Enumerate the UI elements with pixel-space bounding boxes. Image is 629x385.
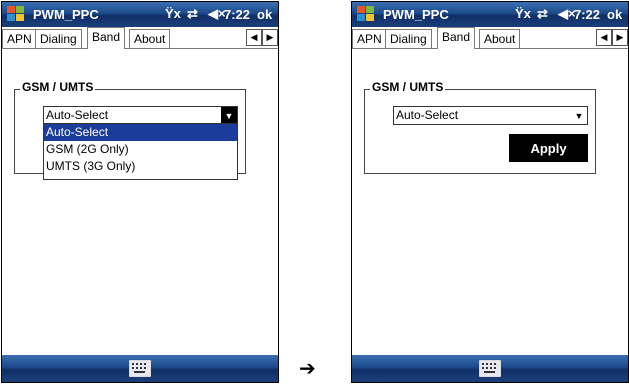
- soft-key-bar: [352, 355, 628, 382]
- volume-muted-icon[interactable]: ◀×: [208, 6, 226, 22]
- windows-start-icon[interactable]: [357, 6, 375, 23]
- tab-scroll-right-icon[interactable]: ▶: [262, 29, 278, 46]
- clock[interactable]: 7:22: [574, 7, 600, 22]
- connectivity-icon[interactable]: ⇄: [187, 6, 198, 22]
- chevron-down-icon[interactable]: ▼: [221, 107, 237, 124]
- tab-scroll-arrows: ◀ ▶: [246, 29, 278, 46]
- band-select[interactable]: Auto-Select ▼: [393, 106, 588, 125]
- tab-band[interactable]: Band: [437, 27, 476, 49]
- clock[interactable]: 7:22: [224, 7, 250, 22]
- tab-scroll-left-icon[interactable]: ◀: [246, 29, 262, 46]
- tab-dialing[interactable]: Dialing: [35, 29, 82, 48]
- tab-dialing[interactable]: Dialing: [385, 29, 432, 48]
- option-gsm-2g[interactable]: GSM (2G Only): [44, 141, 237, 158]
- soft-key-bar: [2, 355, 278, 382]
- group-label: GSM / UMTS: [370, 80, 446, 94]
- tab-scroll-right-icon[interactable]: ▶: [612, 29, 628, 46]
- tab-about[interactable]: About: [129, 29, 171, 48]
- connectivity-icon[interactable]: ⇄: [537, 6, 548, 22]
- option-umts-3g[interactable]: UMTS (3G Only): [44, 158, 237, 175]
- title-bar: PWM_PPC Ÿx ⇄ ◀× 7:22 ok: [2, 2, 278, 27]
- tab-about[interactable]: About: [479, 29, 521, 48]
- title-bar: PWM_PPC Ÿx ⇄ ◀× 7:22 ok: [352, 2, 628, 27]
- screen-before: PWM_PPC Ÿx ⇄ ◀× 7:22 ok APN Dialing Band…: [1, 1, 279, 383]
- app-title: PWM_PPC: [383, 7, 449, 22]
- transition-arrow-icon: ➔: [299, 356, 316, 380]
- tab-apn[interactable]: APN: [2, 29, 37, 48]
- keyboard-icon[interactable]: [129, 360, 151, 377]
- tab-strip: APN Dialing Band About ◀ ▶: [2, 27, 278, 49]
- ok-button[interactable]: ok: [257, 7, 272, 22]
- option-auto-select[interactable]: Auto-Select: [44, 124, 237, 141]
- tab-strip: APN Dialing Band About ◀ ▶: [352, 27, 628, 49]
- windows-start-icon[interactable]: [7, 6, 25, 23]
- screen-after: PWM_PPC Ÿx ⇄ ◀× 7:22 ok APN Dialing Band…: [351, 1, 629, 383]
- chevron-down-icon[interactable]: ▼: [571, 107, 587, 124]
- signal-off-icon[interactable]: Ÿx: [165, 6, 181, 21]
- apply-button[interactable]: Apply: [509, 134, 588, 162]
- band-select-value: Auto-Select: [396, 108, 459, 122]
- band-select-value: Auto-Select: [46, 108, 109, 122]
- ok-button[interactable]: ok: [607, 7, 622, 22]
- app-title: PWM_PPC: [33, 7, 99, 22]
- group-label: GSM / UMTS: [20, 80, 96, 94]
- tab-scroll-left-icon[interactable]: ◀: [596, 29, 612, 46]
- tab-band[interactable]: Band: [87, 27, 126, 49]
- keyboard-icon[interactable]: [479, 360, 501, 377]
- band-options-list: Auto-Select GSM (2G Only) UMTS (3G Only): [43, 123, 238, 180]
- tab-apn[interactable]: APN: [352, 29, 387, 48]
- volume-muted-icon[interactable]: ◀×: [558, 6, 576, 22]
- signal-off-icon[interactable]: Ÿx: [515, 6, 531, 21]
- tab-scroll-arrows: ◀ ▶: [596, 29, 628, 46]
